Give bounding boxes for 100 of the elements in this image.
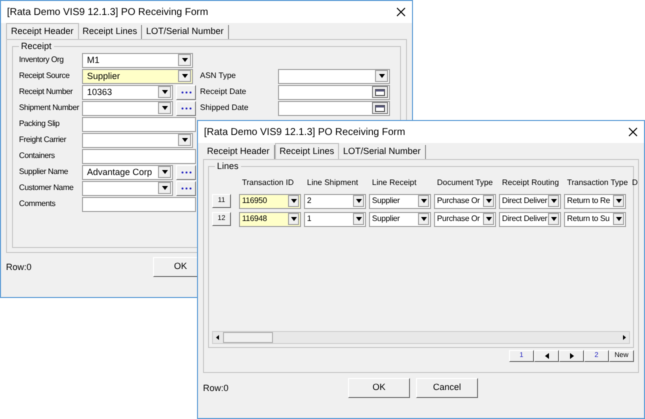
dropdown-button[interactable] bbox=[158, 166, 171, 178]
dropdown-button[interactable] bbox=[483, 195, 494, 207]
dialog-button[interactable]: OK bbox=[153, 257, 197, 277]
caret-icon bbox=[356, 217, 362, 221]
column-header: Transaction Type bbox=[567, 177, 629, 189]
field-label: Shipped Date bbox=[200, 102, 250, 114]
text-field[interactable] bbox=[82, 196, 196, 212]
field-label: Receipt Date bbox=[200, 86, 248, 98]
date-field[interactable] bbox=[278, 100, 390, 116]
dropdown-field[interactable]: Purchase Or bbox=[434, 194, 496, 208]
dialog-button[interactable]: OK bbox=[348, 378, 410, 398]
dropdown-button[interactable] bbox=[288, 213, 299, 225]
caret-icon bbox=[486, 217, 492, 221]
dropdown-field[interactable]: Supplier bbox=[82, 68, 193, 84]
dropdown-button[interactable] bbox=[178, 70, 191, 82]
dropdown-field[interactable]: Supplier bbox=[369, 212, 431, 226]
lookup-button[interactable] bbox=[176, 84, 196, 100]
calendar-icon bbox=[375, 104, 385, 112]
dropdown-button[interactable] bbox=[178, 54, 191, 66]
dropdown-button[interactable] bbox=[418, 195, 429, 207]
dropdown-button[interactable] bbox=[613, 213, 624, 225]
dropdown-field[interactable]: 116948 bbox=[239, 212, 301, 226]
caret-icon bbox=[162, 170, 168, 174]
caret-icon bbox=[182, 74, 188, 78]
caret-icon bbox=[182, 138, 188, 142]
caret-icon bbox=[378, 74, 384, 78]
status-text: Row:0 bbox=[6, 261, 33, 274]
window-title: [Rata Demo VIS9 12.1.3] PO Receiving Form bbox=[204, 126, 406, 140]
column-header: Document Type bbox=[437, 177, 494, 189]
dropdown-field[interactable]: Direct Deliver bbox=[499, 194, 561, 208]
column-header: Line Shipment bbox=[307, 177, 360, 189]
dropdown-button[interactable] bbox=[353, 195, 364, 207]
dropdown-field[interactable]: Purchase Or bbox=[434, 212, 496, 226]
field-label: Supplier Name bbox=[19, 166, 70, 178]
dropdown-field[interactable]: Direct Deliver bbox=[499, 212, 561, 226]
ellipsis-icon bbox=[180, 186, 192, 190]
scroll-thumb[interactable] bbox=[223, 332, 273, 343]
dropdown-button[interactable] bbox=[613, 195, 624, 207]
caret-icon bbox=[550, 217, 556, 221]
dropdown-button[interactable] bbox=[548, 213, 559, 225]
text-field[interactable] bbox=[82, 116, 196, 132]
column-header: D bbox=[632, 177, 638, 189]
text-field[interactable] bbox=[82, 148, 196, 164]
dropdown-field[interactable]: 116950 bbox=[239, 194, 301, 208]
horizontal-scrollbar[interactable] bbox=[212, 331, 630, 344]
tab[interactable]: LOT/Serial Number bbox=[339, 145, 426, 159]
dropdown-button[interactable] bbox=[178, 134, 191, 146]
caret-icon bbox=[616, 199, 622, 203]
dropdown-field[interactable] bbox=[278, 68, 390, 84]
dropdown-button[interactable] bbox=[375, 70, 388, 82]
dropdown-button[interactable] bbox=[418, 213, 429, 225]
field-label: Comments bbox=[19, 198, 56, 210]
caret-icon bbox=[290, 217, 296, 221]
column-header: Line Receipt bbox=[372, 177, 418, 189]
caret-icon bbox=[486, 199, 492, 203]
calendar-button[interactable] bbox=[372, 102, 388, 114]
caret-icon bbox=[182, 58, 188, 62]
dropdown-button[interactable] bbox=[483, 213, 494, 225]
tab[interactable]: Receipt Header bbox=[6, 23, 79, 39]
calendar-button[interactable] bbox=[372, 86, 388, 98]
field-label: Packing Slip bbox=[19, 118, 60, 130]
caret-icon bbox=[420, 199, 426, 203]
field-label: Freight Carrier bbox=[19, 134, 68, 146]
dropdown-button[interactable] bbox=[158, 86, 171, 98]
previous-icon[interactable] bbox=[544, 353, 548, 359]
date-field[interactable] bbox=[278, 84, 390, 100]
field-label: Customer Name bbox=[19, 182, 74, 194]
dropdown-field[interactable]: Return to Re bbox=[564, 194, 626, 208]
dropdown-button[interactable] bbox=[288, 195, 299, 207]
caret-icon bbox=[162, 90, 168, 94]
caret-icon bbox=[616, 217, 622, 221]
ellipsis-icon bbox=[180, 170, 192, 174]
dropdown-button[interactable] bbox=[353, 213, 364, 225]
dropdown-field[interactable]: 2 bbox=[304, 194, 366, 208]
dropdown-button[interactable] bbox=[158, 182, 171, 194]
field-label: Containers bbox=[19, 150, 56, 162]
lookup-button[interactable] bbox=[176, 164, 196, 180]
tab[interactable]: Receipt Lines bbox=[78, 25, 142, 39]
dropdown-button[interactable] bbox=[548, 195, 559, 207]
dropdown-field[interactable] bbox=[82, 180, 173, 196]
column-header: Transaction ID bbox=[242, 177, 295, 189]
lookup-button[interactable] bbox=[176, 100, 196, 116]
tab[interactable]: Receipt Lines bbox=[274, 143, 340, 159]
dropdown-field[interactable]: Supplier bbox=[369, 194, 431, 208]
close-icon[interactable] bbox=[628, 127, 638, 137]
status-text: Row:0 bbox=[203, 382, 230, 395]
close-icon[interactable] bbox=[396, 7, 406, 17]
next-icon[interactable] bbox=[570, 353, 574, 359]
dropdown-field[interactable]: Advantage Corp bbox=[82, 164, 173, 180]
dropdown-button[interactable] bbox=[158, 102, 171, 114]
tab[interactable]: LOT/Serial Number bbox=[142, 25, 229, 39]
lookup-button[interactable] bbox=[176, 180, 196, 196]
dialog-button[interactable]: Cancel bbox=[416, 378, 478, 398]
dropdown-field[interactable]: Return to Su bbox=[564, 212, 626, 226]
dropdown-field[interactable]: 10363 bbox=[82, 84, 173, 100]
dropdown-field[interactable] bbox=[82, 100, 173, 116]
dropdown-field[interactable]: M1 bbox=[82, 52, 193, 68]
dropdown-field[interactable] bbox=[82, 132, 193, 148]
calendar-icon bbox=[375, 88, 385, 96]
dropdown-field[interactable]: 1 bbox=[304, 212, 366, 226]
